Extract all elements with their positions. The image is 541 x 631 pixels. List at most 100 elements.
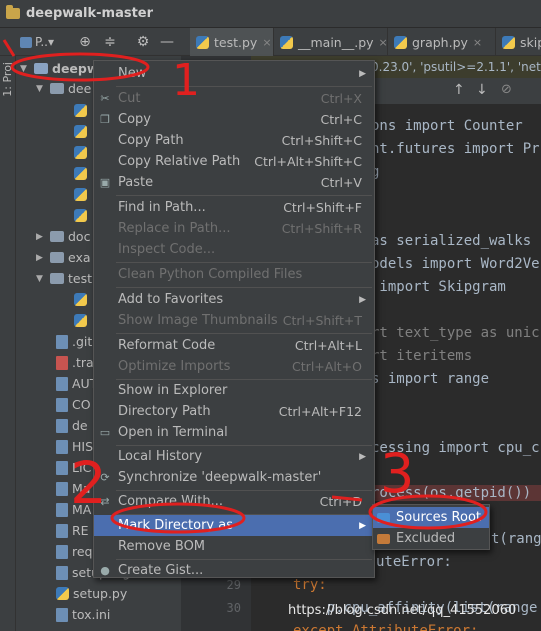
arrow-up-icon[interactable]: ↑ — [453, 82, 465, 98]
tree-file[interactable]: AUT — [56, 373, 97, 394]
tree-file[interactable]: tox.ini — [56, 604, 110, 625]
menu-item-show-in-explorer[interactable]: Show in Explorer — [94, 380, 374, 401]
tree-file[interactable]: .git — [56, 331, 92, 352]
tree-item[interactable]: ▶ doc — [36, 226, 90, 247]
tree-label: CO — [72, 397, 91, 412]
python-file-icon — [74, 104, 87, 117]
search-options-icon[interactable]: ⊘ — [501, 82, 512, 97]
tree-file[interactable] — [74, 310, 87, 331]
menu-item-find-in-path[interactable]: Find in Path... Ctrl+Shift+F — [94, 197, 374, 218]
yaml-file-icon — [56, 355, 68, 370]
file-icon — [56, 334, 68, 349]
chevron-right-icon[interactable]: ▶ — [36, 253, 46, 263]
menu-item-replace-in-path[interactable]: Replace in Path... Ctrl+Shift+R — [94, 218, 374, 239]
menu-item-open-in-terminal[interactable]: ▭ Open in Terminal — [94, 422, 374, 443]
tab-graph-py[interactable]: graph.py × — [388, 28, 496, 56]
chevron-right-icon: ▶ — [359, 294, 366, 305]
menu-item-local-history[interactable]: Local History ▶ — [94, 446, 374, 467]
menu-item-add-to-favorites[interactable]: Add to Favorites ▶ — [94, 289, 374, 310]
tree-file[interactable] — [74, 184, 87, 205]
tree-file[interactable] — [74, 205, 87, 226]
tree-item[interactable]: ▼ dee — [36, 78, 91, 99]
chevron-right-icon: ▶ — [359, 68, 366, 79]
menu-item-compare-with[interactable]: ⇄ Compare With... Ctrl+D — [94, 491, 374, 512]
chevron-down-icon[interactable]: ▼ — [36, 274, 46, 284]
project-tool-button[interactable]: 1: Proj — [1, 62, 14, 97]
compare-icon: ⇄ — [100, 495, 110, 508]
menu-item-directory-path[interactable]: Directory Path Ctrl+Alt+F12 — [94, 401, 374, 422]
menu-item-paste[interactable]: ▣ Paste Ctrl+V — [94, 172, 374, 193]
tree-file[interactable] — [74, 100, 87, 121]
menu-shortcut: Ctrl+C — [320, 112, 362, 127]
code-line: rt iteritems — [371, 348, 473, 364]
tree-file[interactable] — [74, 142, 87, 163]
tree-file[interactable] — [74, 121, 87, 142]
tree-item[interactable]: ▼ test — [36, 268, 92, 289]
tab-label: test.py — [214, 34, 258, 50]
collapse-icon[interactable]: ≑ — [101, 33, 119, 51]
menu-item-mark-directory-as[interactable]: Mark Directory as ▶ — [94, 515, 374, 536]
tree-file[interactable]: .tra — [56, 352, 94, 373]
close-icon[interactable]: × — [473, 36, 482, 49]
chevron-down-icon[interactable]: ▼ — [20, 64, 30, 74]
hide-icon[interactable]: — — [158, 33, 176, 51]
tab-skipgram-py[interactable]: skip — [496, 28, 541, 56]
gear-icon[interactable]: ⚙ — [134, 33, 152, 51]
menu-item-remove-bom[interactable]: Remove BOM — [94, 536, 374, 557]
close-icon[interactable]: × — [379, 36, 388, 49]
close-icon[interactable]: × — [262, 36, 271, 49]
menu-item-copy[interactable]: ❐ Copy Ctrl+C — [94, 109, 374, 130]
tree-file[interactable]: req — [56, 541, 93, 562]
menu-item-synchronize[interactable]: ⟳ Synchronize 'deepwalk-master' — [94, 467, 374, 488]
tree-file[interactable]: setup.py — [56, 583, 127, 604]
tree-file[interactable]: Ma — [56, 478, 90, 499]
menu-item-copy-path[interactable]: Copy Path Ctrl+Shift+C — [94, 130, 374, 151]
tree-file[interactable] — [74, 289, 87, 310]
tree-root-item[interactable]: ▼ deepw — [20, 58, 98, 79]
python-file-icon — [196, 35, 209, 49]
menu-item-create-gist[interactable]: ● Create Gist... — [94, 560, 374, 581]
tree-file[interactable]: de — [56, 415, 88, 436]
menu-label: Replace in Path... — [118, 221, 231, 236]
tree-file[interactable]: HIS — [56, 436, 93, 457]
project-view-selector[interactable]: P..▾ — [20, 33, 54, 51]
menu-item-clean-compiled[interactable]: Clean Python Compiled Files — [94, 264, 374, 285]
menu-item-inspect-code[interactable]: Inspect Code... — [94, 239, 374, 260]
menu-label: Copy — [118, 112, 151, 127]
locate-icon[interactable]: ⊕ — [76, 33, 94, 51]
tree-label: HIS — [72, 439, 94, 454]
window-title: deepwalk-master — [26, 6, 154, 21]
menu-item-reformat-code[interactable]: Reformat Code Ctrl+Alt+L — [94, 335, 374, 356]
tree-item[interactable]: ▶ exa — [36, 247, 91, 268]
folder-icon — [50, 231, 64, 242]
code-line: import Skipgram — [371, 279, 506, 295]
arrow-down-icon[interactable]: ↓ — [476, 82, 488, 98]
tab-main-py[interactable]: __main__.py × — [274, 28, 388, 56]
chevron-right-icon[interactable]: ▶ — [36, 232, 46, 242]
menu-item-show-thumbnails[interactable]: Show Image Thumbnails Ctrl+Shift+T — [94, 310, 374, 331]
menu-item-new[interactable]: New ▶ — [94, 63, 374, 84]
menu-item-cut[interactable]: ✂ Cut Ctrl+X — [94, 88, 374, 109]
code-line: as serialized_walks — [371, 233, 532, 249]
menu-label: Inspect Code... — [118, 242, 216, 257]
menu-item-optimize-imports[interactable]: Optimize Imports Ctrl+Alt+O — [94, 356, 374, 377]
menu-label: Directory Path — [118, 404, 211, 419]
submenu-item-sources-root[interactable]: Sources Root — [373, 507, 489, 528]
tab-test-py[interactable]: test.py × — [190, 28, 274, 56]
tree-label: req — [72, 544, 93, 559]
tree-file[interactable]: MA — [56, 499, 91, 520]
submenu-item-excluded[interactable]: Excluded — [373, 528, 489, 549]
tree-label: LIC — [72, 460, 92, 475]
tree-file[interactable] — [74, 163, 87, 184]
menu-item-copy-relative-path[interactable]: Copy Relative Path Ctrl+Alt+Shift+C — [94, 151, 374, 172]
chevron-down-icon[interactable]: ▼ — [36, 84, 46, 94]
menu-label: Cut — [118, 91, 141, 106]
tree-file[interactable]: CO — [56, 394, 91, 415]
tree-label: MA — [72, 502, 92, 517]
title-bar: deepwalk-master — [0, 0, 541, 28]
tree-file[interactable]: LIC — [56, 457, 91, 478]
code-line: t(range — [491, 531, 541, 547]
tree-file[interactable]: RE — [56, 520, 89, 541]
menu-label: Paste — [118, 175, 154, 190]
menu-label: Create Gist... — [118, 563, 204, 578]
